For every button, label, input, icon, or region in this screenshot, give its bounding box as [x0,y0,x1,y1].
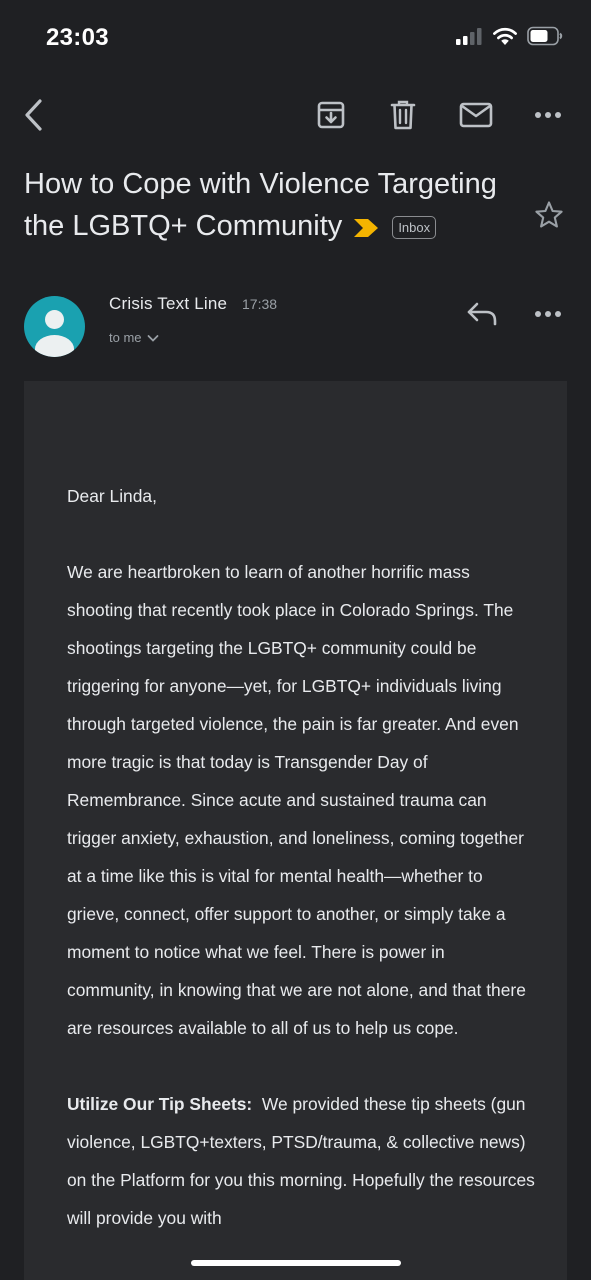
email-screen: 23:03 How to Cope with Violence Targetin… [0,0,591,1280]
trash-icon [390,100,416,130]
tip-sheets-paragraph: Utilize Our Tip Sheets: We provided thes… [67,1085,537,1237]
more-icon [535,112,561,118]
cellular-signal-icon [456,28,482,45]
email-body: Dear Linda, We are heartbroken to learn … [24,381,567,1280]
delete-button[interactable] [382,88,424,142]
home-indicator[interactable] [191,1260,401,1266]
more-options-button[interactable] [528,88,568,142]
status-time: 23:03 [46,24,109,51]
reply-button[interactable] [464,298,500,330]
important-marker-icon[interactable] [352,217,380,239]
avatar-body [35,335,74,357]
wifi-icon [493,27,517,45]
reply-icon [467,302,497,326]
avatar[interactable] [24,296,85,357]
chevron-down-icon [147,334,158,342]
archive-icon [317,101,345,129]
sender-row: Crisis Text Line 17:38 to me [0,292,591,362]
sender-name[interactable]: Crisis Text Line [109,294,227,314]
sent-time: 17:38 [242,296,278,312]
email-subject: How to Cope with Violence Targeting the … [24,163,524,247]
email-body-content: Dear Linda, We are heartbroken to learn … [67,477,537,1275]
status-icons [455,26,563,46]
back-button[interactable] [14,88,54,142]
battery-icon [527,26,563,46]
status-bar: 23:03 [0,0,591,76]
avatar-head [45,310,64,329]
message-more-button[interactable] [530,298,566,330]
star-icon [535,201,563,228]
greeting: Dear Linda, [67,486,157,506]
tip-sheets-heading: Utilize Our Tip Sheets: [67,1094,253,1114]
back-icon [25,99,42,131]
mail-icon [459,102,493,128]
recipient-label: to me [109,330,142,345]
inbox-label-chip[interactable]: Inbox [392,216,437,240]
more-icon [535,311,561,317]
mark-unread-button[interactable] [454,88,498,142]
recipient-details-toggle[interactable]: to me [109,330,160,345]
star-button[interactable] [532,198,566,232]
body-paragraph: We are heartbroken to learn of another h… [67,562,526,1038]
subject-tags: Inbox [352,216,437,240]
email-toolbar [0,88,591,142]
archive-button[interactable] [310,88,352,142]
tip-sheets-text: We provided these tip sheets (gun violen… [67,1094,535,1228]
